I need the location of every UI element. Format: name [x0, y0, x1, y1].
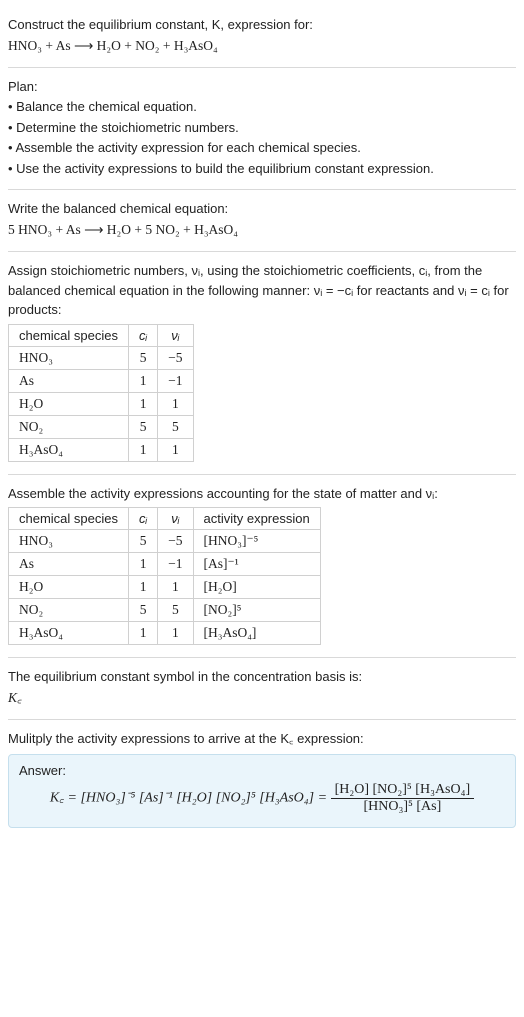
cell-ci: 5 [129, 599, 158, 622]
table-row: NO₂ 5 5 [9, 415, 194, 438]
cell-vi: −5 [158, 346, 193, 369]
table-row: H₃AsO₄ 1 1 [H₃AsO₄] [9, 622, 321, 645]
assign-section: Assign stoichiometric numbers, νᵢ, using… [8, 252, 516, 475]
cell-vi: 1 [158, 576, 193, 599]
assign-line1: Assign stoichiometric numbers, νᵢ, using… [8, 261, 516, 320]
plan-section: Plan: • Balance the chemical equation. •… [8, 68, 516, 191]
col-vi: νᵢ [158, 508, 193, 530]
answer-expression: K꜀ = [HNO₃]⁻⁵ [As]⁻¹ [H₂O] [NO₂]⁵ [H₃AsO… [19, 782, 505, 815]
cell-ci: 5 [129, 415, 158, 438]
table-row: As 1 −1 [9, 369, 194, 392]
cell-vi: 1 [158, 622, 193, 645]
col-species: chemical species [9, 508, 129, 530]
stoich-table: chemical species cᵢ νᵢ HNO₃ 5 −5 As 1 −1… [8, 324, 194, 462]
balanced-section: Write the balanced chemical equation: 5 … [8, 190, 516, 252]
cell-ci: 1 [129, 622, 158, 645]
balanced-line1: Write the balanced chemical equation: [8, 199, 516, 219]
multiply-line1: Mulitply the activity expressions to arr… [8, 729, 516, 749]
cell-species: H₂O [9, 576, 129, 599]
cell-activity: [H₃AsO₄] [193, 622, 320, 645]
answer-numerator: [H₂O] [NO₂]⁵ [H₃AsO₄] [331, 782, 475, 799]
cell-ci: 5 [129, 530, 158, 553]
table-row: H₃AsO₄ 1 1 [9, 438, 194, 461]
cell-ci: 1 [129, 576, 158, 599]
cell-species: As [9, 369, 129, 392]
table-header-row: chemical species cᵢ νᵢ [9, 324, 194, 346]
intro-section: Construct the equilibrium constant, K, e… [8, 6, 516, 68]
answer-box: Answer: K꜀ = [HNO₃]⁻⁵ [As]⁻¹ [H₂O] [NO₂]… [8, 754, 516, 828]
symbol-section: The equilibrium constant symbol in the c… [8, 658, 516, 720]
symbol-line2: K꜀ [8, 688, 516, 708]
plan-bullet-1: • Balance the chemical equation. [8, 97, 516, 117]
assemble-section: Assemble the activity expressions accoun… [8, 475, 516, 659]
cell-vi: 5 [158, 599, 193, 622]
balanced-equation: 5 HNO₃ + As ⟶ H₂O + 5 NO₂ + H₃AsO₄ [8, 220, 516, 240]
cell-vi: −1 [158, 369, 193, 392]
table-row: H₂O 1 1 [9, 392, 194, 415]
cell-ci: 1 [129, 369, 158, 392]
answer-denominator: [HNO₃]⁵ [As] [331, 799, 475, 815]
intro-line1: Construct the equilibrium constant, K, e… [8, 15, 516, 35]
plan-header: Plan: [8, 77, 516, 97]
cell-vi: 1 [158, 438, 193, 461]
cell-vi: 5 [158, 415, 193, 438]
cell-vi: −5 [158, 530, 193, 553]
multiply-section: Mulitply the activity expressions to arr… [8, 720, 516, 839]
assemble-line1: Assemble the activity expressions accoun… [8, 484, 516, 504]
cell-species: NO₂ [9, 415, 129, 438]
cell-vi: −1 [158, 553, 193, 576]
col-vi: νᵢ [158, 324, 193, 346]
cell-activity: [H₂O] [193, 576, 320, 599]
table-row: NO₂ 5 5 [NO₂]⁵ [9, 599, 321, 622]
col-species: chemical species [9, 324, 129, 346]
cell-ci: 1 [129, 438, 158, 461]
cell-species: HNO₃ [9, 530, 129, 553]
table-row: HNO₃ 5 −5 [9, 346, 194, 369]
cell-species: H₃AsO₄ [9, 622, 129, 645]
answer-label: Answer: [19, 763, 505, 778]
col-ci: cᵢ [129, 508, 158, 530]
cell-species: NO₂ [9, 599, 129, 622]
cell-activity: [NO₂]⁵ [193, 599, 320, 622]
symbol-line1: The equilibrium constant symbol in the c… [8, 667, 516, 687]
intro-equation: HNO₃ + As ⟶ H₂O + NO₂ + H₃AsO₄ [8, 36, 516, 56]
table-header-row: chemical species cᵢ νᵢ activity expressi… [9, 508, 321, 530]
cell-species: As [9, 553, 129, 576]
col-activity: activity expression [193, 508, 320, 530]
cell-species: HNO₃ [9, 346, 129, 369]
table-row: As 1 −1 [As]⁻¹ [9, 553, 321, 576]
cell-vi: 1 [158, 392, 193, 415]
cell-species: H₂O [9, 392, 129, 415]
cell-activity: [HNO₃]⁻⁵ [193, 530, 320, 553]
document: Construct the equilibrium constant, K, e… [0, 0, 524, 850]
plan-bullet-4: • Use the activity expressions to build … [8, 159, 516, 179]
cell-species: H₃AsO₄ [9, 438, 129, 461]
plan-bullet-3: • Assemble the activity expression for e… [8, 138, 516, 158]
activity-table: chemical species cᵢ νᵢ activity expressi… [8, 507, 321, 645]
answer-lhs: K꜀ = [HNO₃]⁻⁵ [As]⁻¹ [H₂O] [NO₂]⁵ [H₃AsO… [50, 791, 331, 806]
table-row: H₂O 1 1 [H₂O] [9, 576, 321, 599]
cell-ci: 1 [129, 553, 158, 576]
cell-ci: 5 [129, 346, 158, 369]
cell-ci: 1 [129, 392, 158, 415]
table-row: HNO₃ 5 −5 [HNO₃]⁻⁵ [9, 530, 321, 553]
answer-fraction: [H₂O] [NO₂]⁵ [H₃AsO₄] [HNO₃]⁵ [As] [331, 782, 475, 815]
col-ci: cᵢ [129, 324, 158, 346]
plan-bullet-2: • Determine the stoichiometric numbers. [8, 118, 516, 138]
cell-activity: [As]⁻¹ [193, 553, 320, 576]
